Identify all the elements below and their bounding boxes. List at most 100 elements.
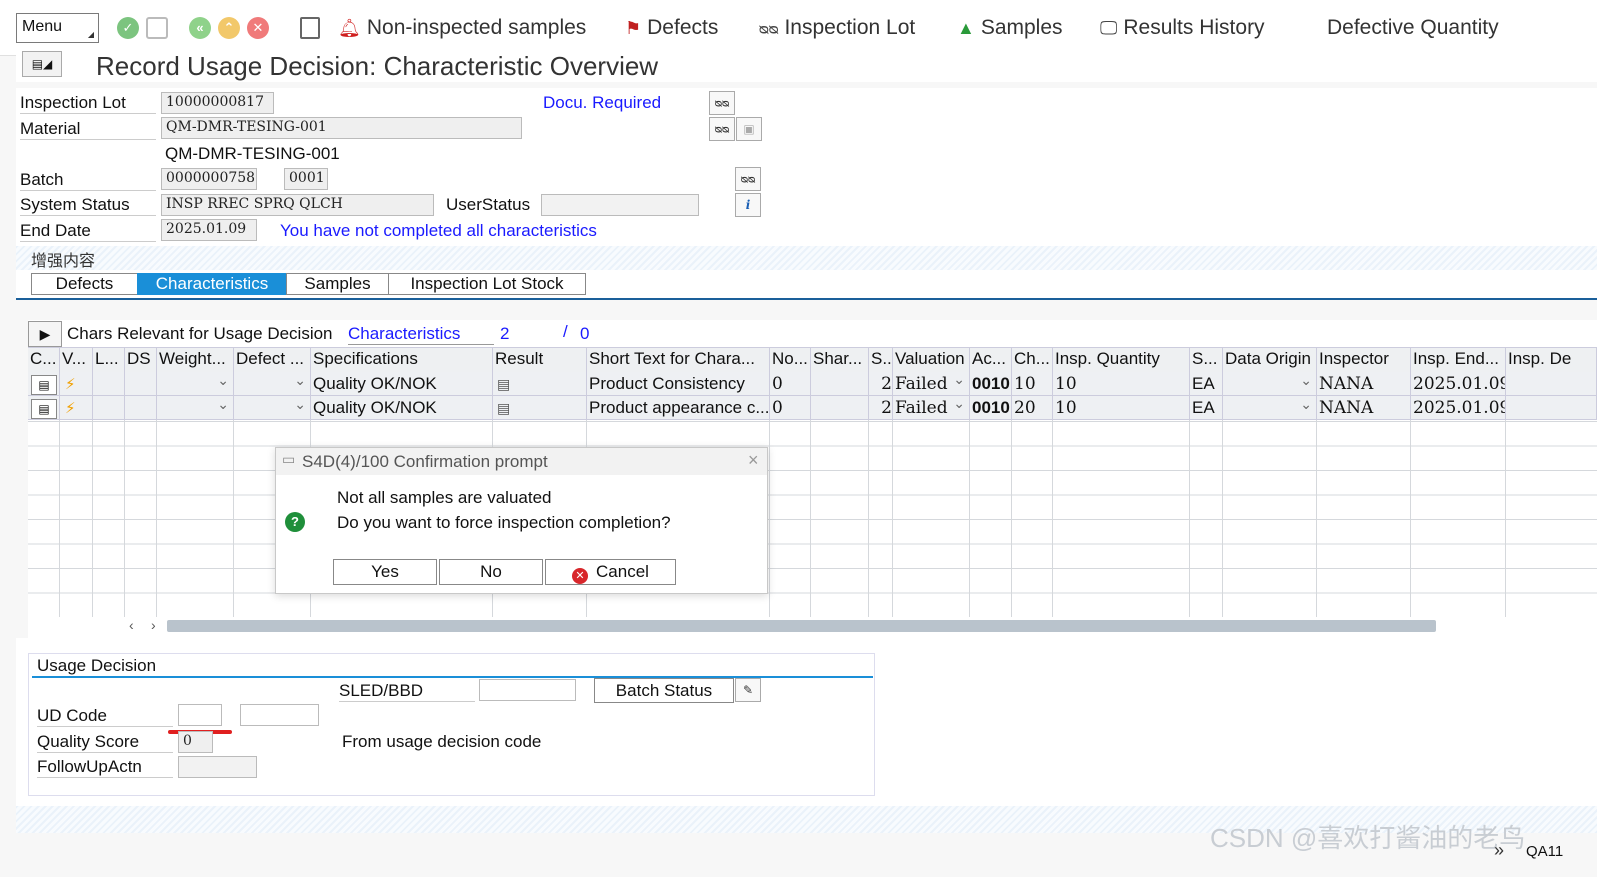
table-cell[interactable] bbox=[811, 396, 869, 420]
table-cell[interactable]: 10 bbox=[1053, 396, 1190, 420]
column-header[interactable]: Short Text for Chara... bbox=[587, 348, 770, 372]
scroll-left-icon[interactable]: ‹ bbox=[129, 617, 134, 633]
result-list-icon[interactable]: ▤ bbox=[497, 400, 510, 416]
detail-icon[interactable]: ▤ bbox=[31, 375, 57, 395]
table-cell[interactable]: 0 bbox=[770, 372, 811, 396]
toolbar-results-history[interactable]: 🖵︎ Results History bbox=[1100, 16, 1265, 40]
tab-defects[interactable]: Defects bbox=[31, 273, 138, 295]
table-cell[interactable] bbox=[125, 372, 157, 396]
table-cell[interactable]: 10 bbox=[1053, 372, 1190, 396]
column-header[interactable]: Specifications bbox=[311, 348, 493, 372]
table-cell[interactable]: ⌄ bbox=[157, 372, 234, 396]
toolbar-defects[interactable]: ⚑ Defects bbox=[625, 16, 718, 40]
batch-field[interactable]: 0000000758 bbox=[161, 168, 257, 190]
table-cell[interactable] bbox=[1506, 372, 1597, 396]
no-button[interactable]: No bbox=[439, 559, 543, 585]
dropdown-arrow-icon[interactable]: ⌄ bbox=[294, 372, 306, 389]
edit-note-icon[interactable]: ✎ bbox=[735, 678, 761, 702]
close-icon[interactable]: × bbox=[748, 450, 759, 471]
table-cell[interactable]: ▤ bbox=[28, 396, 60, 420]
info-icon[interactable]: i bbox=[735, 193, 761, 217]
dropdown-arrow-icon[interactable]: ⌄ bbox=[217, 396, 229, 413]
column-header[interactable]: Valuation bbox=[893, 348, 970, 372]
table-cell[interactable]: 0010 bbox=[970, 396, 1012, 420]
sled-field[interactable] bbox=[479, 679, 576, 701]
table-cell[interactable] bbox=[93, 396, 125, 420]
exit-icon[interactable]: ⌃ bbox=[218, 17, 240, 39]
toolbar-defective-quantity[interactable]: Defective Quantity bbox=[1327, 16, 1499, 40]
column-header[interactable]: No... bbox=[770, 348, 811, 372]
scroll-right-icon[interactable]: › bbox=[151, 617, 156, 633]
cancel-button[interactable]: ✕ Cancel bbox=[545, 559, 676, 585]
column-header[interactable]: V... bbox=[60, 348, 93, 372]
table-cell[interactable]: 2025.01.09 bbox=[1411, 396, 1506, 420]
column-header[interactable]: Result bbox=[493, 348, 587, 372]
table-cell[interactable]: Quality OK/NOK bbox=[311, 372, 493, 396]
toolbar-non-inspected-samples[interactable]: 🔔︎ Non-inspected samples bbox=[338, 16, 586, 40]
table-cell[interactable]: Failed ⌄ bbox=[893, 396, 970, 420]
save-icon[interactable] bbox=[146, 17, 168, 39]
column-header[interactable]: Defect ... bbox=[234, 348, 311, 372]
table-cell[interactable]: ⌄ bbox=[234, 396, 311, 420]
batch-sub-field[interactable]: 0001 bbox=[284, 168, 328, 190]
column-header[interactable]: Ac... bbox=[970, 348, 1012, 372]
column-header[interactable]: C... bbox=[28, 348, 60, 372]
dropdown-arrow-icon[interactable]: ⌄ bbox=[1300, 372, 1312, 389]
column-header[interactable]: Shar... bbox=[811, 348, 869, 372]
table-cell[interactable] bbox=[93, 372, 125, 396]
ud-code-text-field[interactable] bbox=[240, 704, 319, 726]
tab-samples[interactable]: Samples bbox=[286, 273, 389, 295]
copy-icon[interactable]: ▣ bbox=[736, 117, 762, 141]
material-field[interactable]: QM-DMR-TESING-001 bbox=[161, 117, 522, 139]
table-cell[interactable]: ⚡ bbox=[60, 372, 93, 396]
column-header[interactable]: Insp. End... bbox=[1411, 348, 1506, 372]
table-cell[interactable]: 2025.01.09 bbox=[1411, 372, 1506, 396]
expand-play-icon[interactable]: ▶ bbox=[28, 321, 62, 347]
inspection-lot-field[interactable]: 10000000817 bbox=[161, 92, 274, 114]
table-cell[interactable]: Product appearance c... bbox=[587, 396, 770, 420]
table-cell[interactable]: 20 bbox=[1012, 396, 1053, 420]
table-cell[interactable]: ⌄ bbox=[157, 396, 234, 420]
characteristics-link[interactable]: Characteristics bbox=[348, 324, 494, 345]
table-cell[interactable]: EA bbox=[1190, 372, 1223, 396]
table-cell[interactable]: Failed ⌄ bbox=[893, 372, 970, 396]
menu-button[interactable]: Menu ◢ bbox=[16, 13, 99, 43]
cancel-icon[interactable]: ✕ bbox=[247, 17, 269, 39]
dropdown-arrow-icon[interactable]: ⌄ bbox=[953, 372, 965, 388]
table-cell[interactable]: Product Consistency bbox=[587, 372, 770, 396]
table-cell[interactable]: ⚡ bbox=[60, 396, 93, 420]
table-cell[interactable]: ⌄ bbox=[1223, 372, 1317, 396]
check-icon[interactable]: ✓ bbox=[117, 17, 139, 39]
batch-status-button[interactable]: Batch Status bbox=[594, 678, 734, 703]
table-cell[interactable]: 10 bbox=[1012, 372, 1053, 396]
dropdown-arrow-icon[interactable]: ⌄ bbox=[217, 372, 229, 389]
table-cell[interactable]: NANA bbox=[1317, 396, 1411, 420]
column-header[interactable]: Ch... bbox=[1012, 348, 1053, 372]
table-cell[interactable]: NANA bbox=[1317, 372, 1411, 396]
table-cell[interactable]: ⌄ bbox=[1223, 396, 1317, 420]
column-header[interactable]: DS bbox=[125, 348, 157, 372]
table-cell[interactable]: 0 bbox=[770, 396, 811, 420]
chevrons-icon[interactable]: » bbox=[1494, 840, 1504, 861]
table-cell[interactable]: ▤ bbox=[493, 396, 587, 420]
table-cell[interactable] bbox=[125, 396, 157, 420]
dropdown-arrow-icon[interactable]: ⌄ bbox=[294, 396, 306, 413]
table-cell[interactable]: 2 bbox=[869, 396, 893, 420]
back-icon[interactable]: « bbox=[189, 17, 211, 39]
table-cell[interactable] bbox=[811, 372, 869, 396]
calculator-icon[interactable] bbox=[300, 17, 320, 39]
result-list-icon[interactable]: ▤ bbox=[497, 376, 510, 392]
horizontal-scrollbar[interactable] bbox=[167, 620, 1436, 632]
column-header[interactable]: Insp. De bbox=[1506, 348, 1597, 372]
display-batch-icon[interactable]: ᴓᴓ bbox=[735, 167, 761, 191]
display-material-icon[interactable]: ᴓᴓ bbox=[709, 117, 735, 141]
dropdown-arrow-icon[interactable]: ⌄ bbox=[1300, 396, 1312, 413]
toolbar-samples[interactable]: ▲ Samples bbox=[957, 16, 1063, 40]
column-header[interactable]: Data Origin bbox=[1223, 348, 1317, 372]
display-inspection-lot-icon[interactable]: ᴓᴓ bbox=[709, 91, 735, 115]
table-cell[interactable]: 0010 bbox=[970, 372, 1012, 396]
table-cell[interactable]: Quality OK/NOK bbox=[311, 396, 493, 420]
layout-menu-icon[interactable]: ▤◢ bbox=[22, 51, 62, 77]
table-cell[interactable] bbox=[1506, 396, 1597, 420]
table-cell[interactable]: 2 bbox=[869, 372, 893, 396]
